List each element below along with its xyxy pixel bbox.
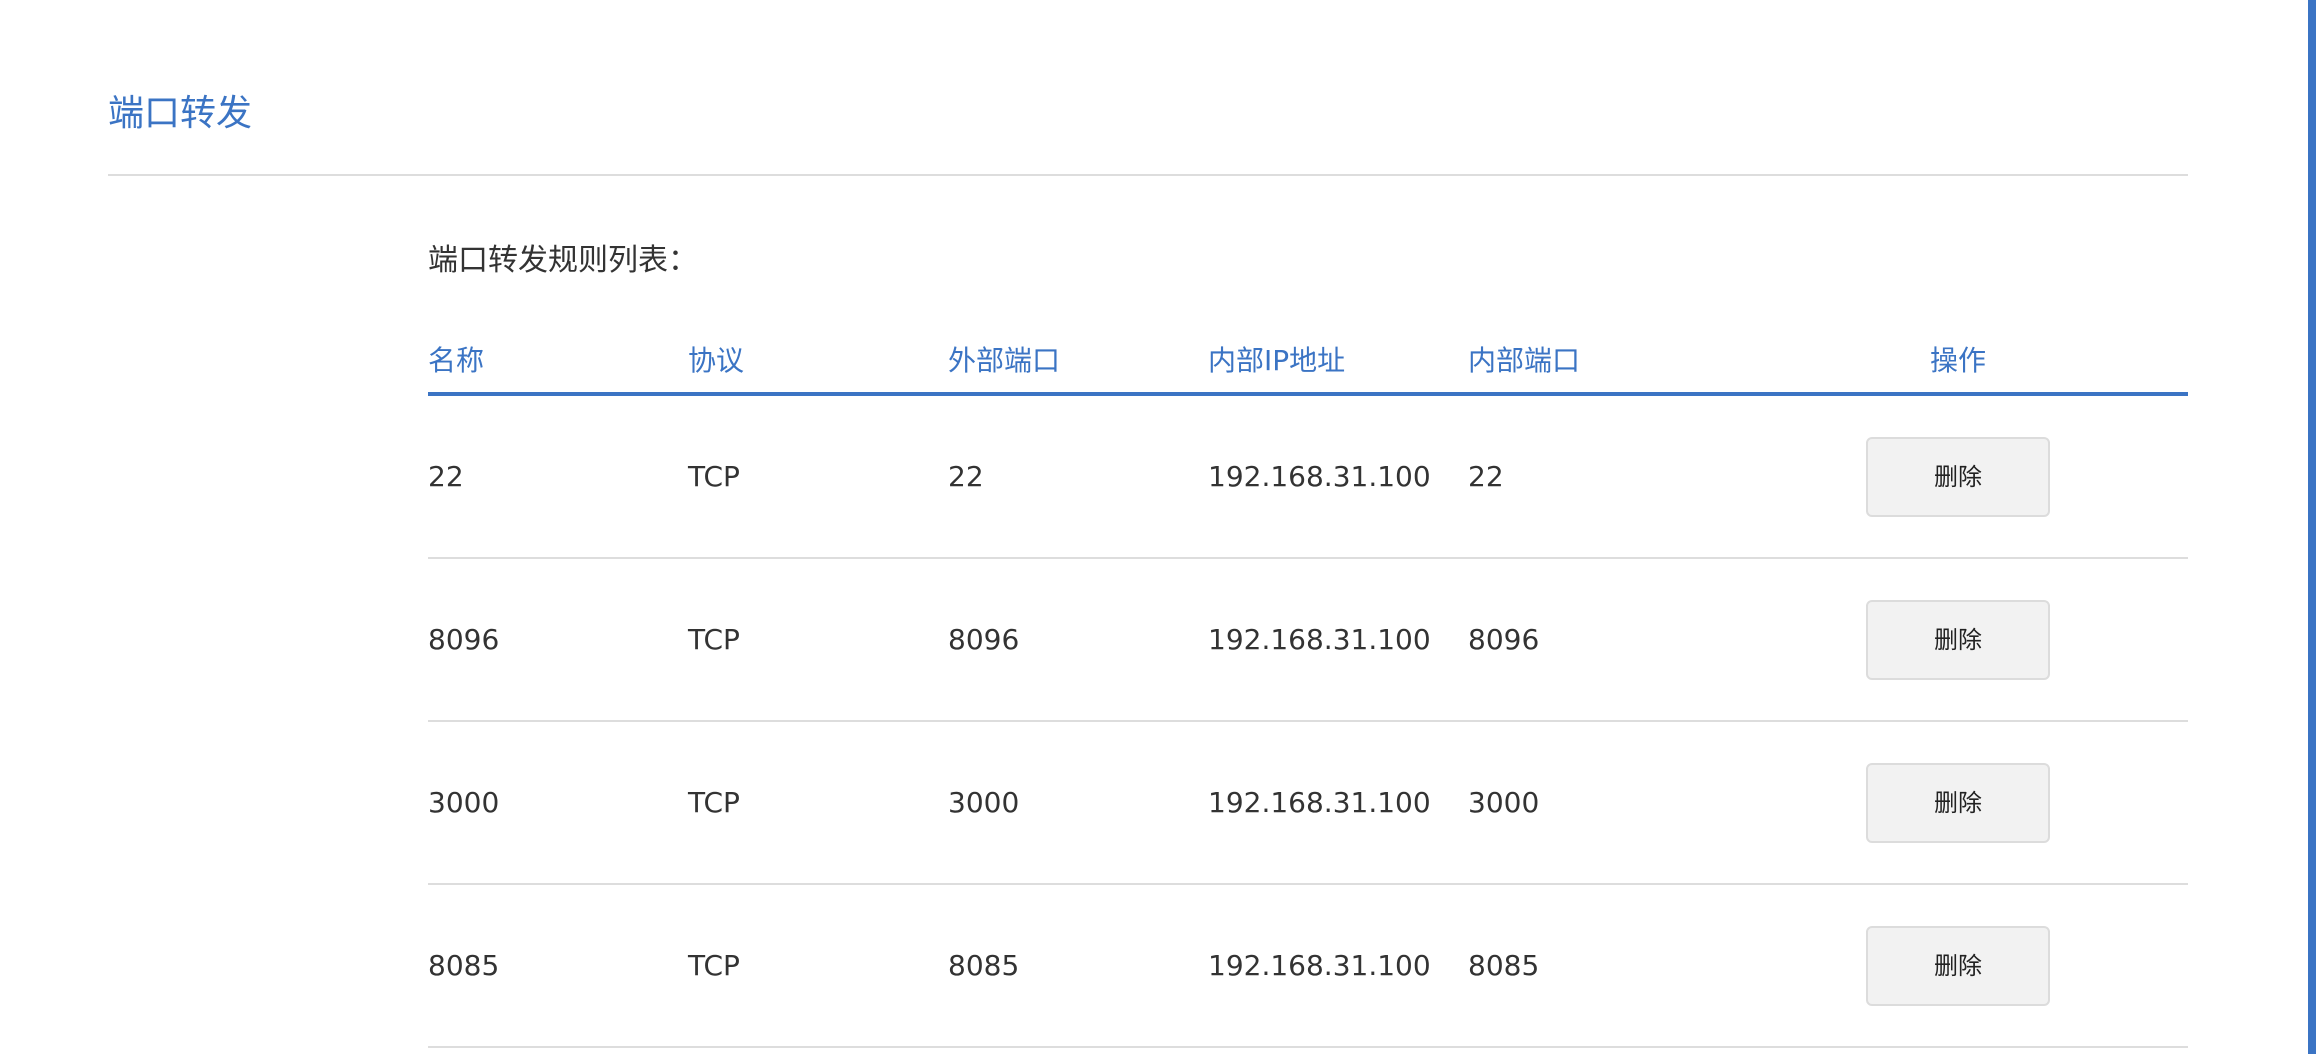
table-row: 8085 TCP 8085 192.168.31.100 8085 删除 (428, 884, 2188, 1048)
cell-internal-ip: 192.168.31.100 (1208, 721, 1468, 885)
cell-internal-port: 8096 (1468, 558, 1728, 722)
page-title: 端口转发 (108, 93, 253, 134)
cell-external-port: 8085 (948, 884, 1208, 1048)
cell-internal-port: 8085 (1468, 884, 1728, 1048)
delete-button[interactable]: 删除 (1866, 599, 2050, 680)
cell-protocol: TCP (688, 394, 948, 559)
table-header-row: 名称 协议 外部端口 内部IP地址 内部端口 操作 (428, 326, 2188, 396)
header-name: 名称 (428, 326, 688, 396)
header-internal-port: 内部端口 (1468, 326, 1728, 396)
cell-name: 3000 (428, 721, 688, 885)
cell-internal-ip: 192.168.31.100 (1208, 884, 1468, 1048)
delete-button[interactable]: 删除 (1866, 436, 2050, 517)
cell-external-port: 3000 (948, 721, 1208, 885)
title-divider (108, 174, 2188, 176)
cell-name: 8085 (428, 884, 688, 1048)
rules-table: 名称 协议 外部端口 内部IP地址 内部端口 操作 22 TCP 22 192.… (428, 326, 2188, 1048)
cell-protocol: TCP (688, 884, 948, 1048)
cell-internal-ip: 192.168.31.100 (1208, 558, 1468, 722)
cell-action: 删除 (1728, 884, 2188, 1048)
cell-action: 删除 (1728, 394, 2188, 559)
cell-internal-port: 3000 (1468, 721, 1728, 885)
cell-protocol: TCP (688, 558, 948, 722)
delete-button[interactable]: 删除 (1866, 762, 2050, 843)
header-internal-ip: 内部IP地址 (1208, 326, 1468, 396)
table-row: 22 TCP 22 192.168.31.100 22 删除 (428, 394, 2188, 559)
cell-name: 22 (428, 394, 688, 559)
header-action: 操作 (1728, 326, 2188, 396)
right-edge-bar (2308, 0, 2316, 1054)
cell-external-port: 8096 (948, 558, 1208, 722)
cell-name: 8096 (428, 558, 688, 722)
table-row: 3000 TCP 3000 192.168.31.100 3000 删除 (428, 721, 2188, 885)
cell-protocol: TCP (688, 721, 948, 885)
cell-action: 删除 (1728, 721, 2188, 885)
header-protocol: 协议 (688, 326, 948, 396)
cell-action: 删除 (1728, 558, 2188, 722)
header-external-port: 外部端口 (948, 326, 1208, 396)
port-forwarding-page: 端口转发 端口转发规则列表： 名称 协议 外部端口 内部IP地址 内部端口 操作… (108, 0, 2188, 1054)
cell-internal-port: 22 (1468, 394, 1728, 559)
cell-internal-ip: 192.168.31.100 (1208, 394, 1468, 559)
table-caption: 端口转发规则列表： (428, 243, 698, 278)
delete-button[interactable]: 删除 (1866, 925, 2050, 1006)
table-row: 8096 TCP 8096 192.168.31.100 8096 删除 (428, 558, 2188, 722)
cell-external-port: 22 (948, 394, 1208, 559)
